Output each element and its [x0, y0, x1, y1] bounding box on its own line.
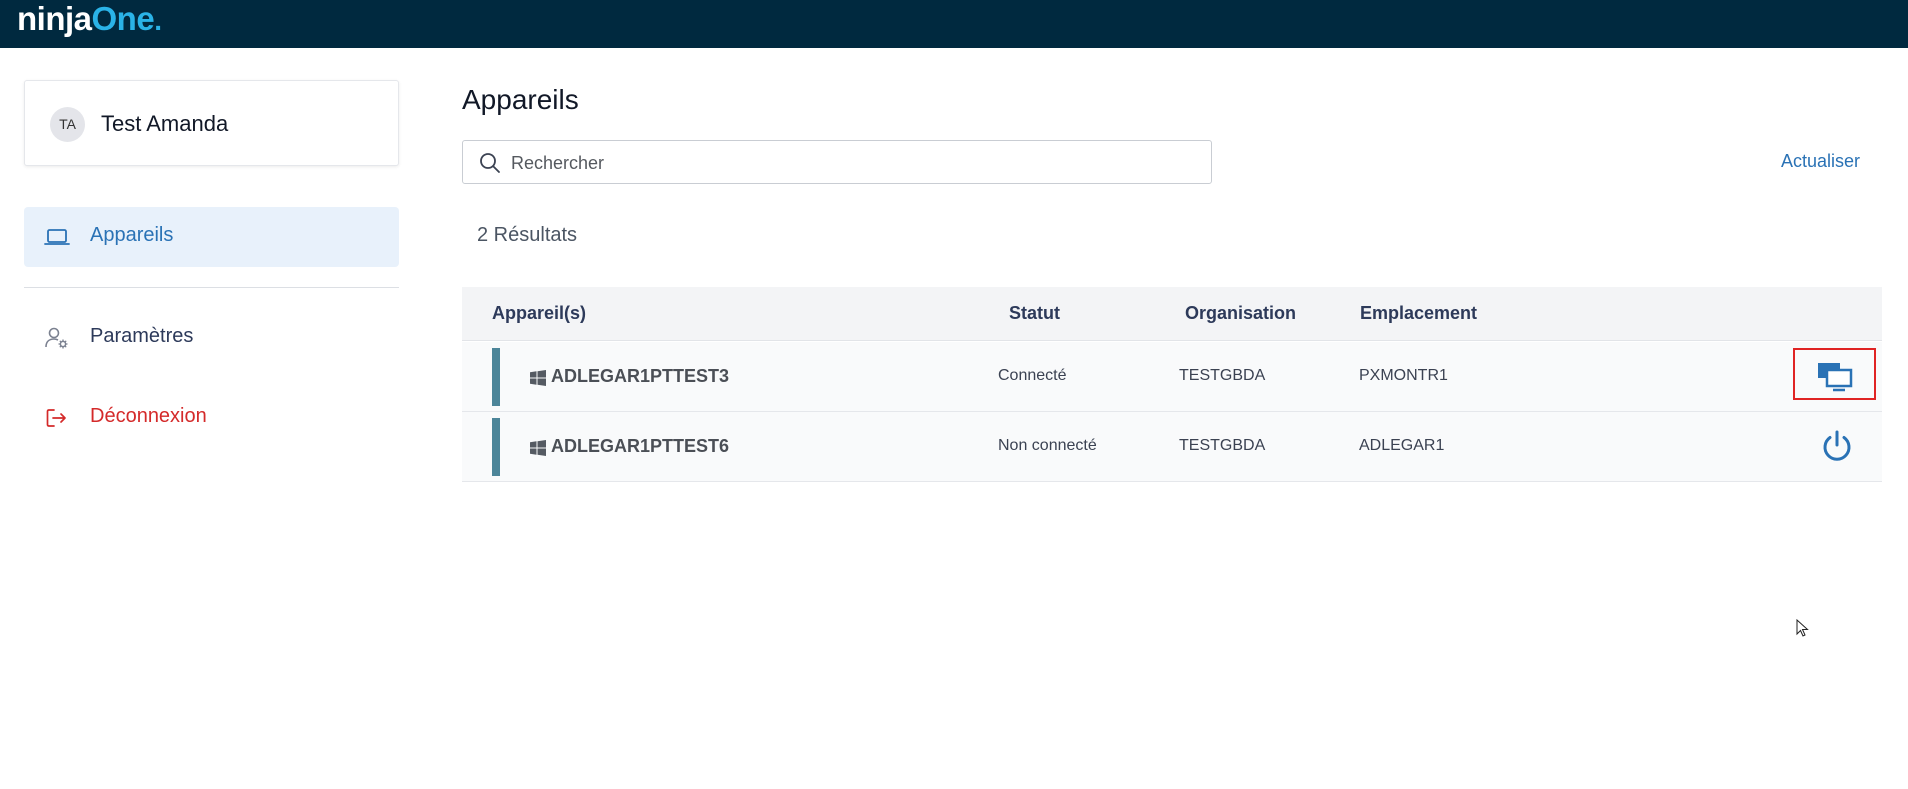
power-icon: [1823, 430, 1851, 461]
user-settings-icon: [45, 327, 68, 349]
device-organization: TESTGBDA: [1179, 367, 1266, 384]
device-location: PXMONTR1: [1359, 367, 1448, 384]
user-name: Test Amanda: [101, 111, 229, 136]
device-location: ADLEGAR1: [1359, 437, 1445, 454]
search-box[interactable]: [462, 140, 1212, 184]
power-button[interactable]: [1819, 428, 1855, 464]
logo-text-accent: One: [91, 0, 155, 37]
page-title: Appareils: [462, 84, 579, 115]
top-bar: ninjaOne.: [0, 0, 1908, 48]
windows-icon: [530, 440, 546, 456]
device-status: Non connecté: [998, 437, 1097, 454]
mouse-cursor-icon: [1796, 619, 1809, 637]
device-name[interactable]: ADLEGAR1PTTEST6: [551, 436, 729, 457]
column-header-location[interactable]: Emplacement: [1360, 303, 1477, 324]
sidebar-item-label: Appareils: [90, 224, 174, 246]
device-name[interactable]: ADLEGAR1PTTEST3: [551, 366, 729, 387]
logo-dot: .: [154, 5, 162, 36]
logout-icon: [46, 409, 66, 427]
refresh-link[interactable]: Actualiser: [1781, 151, 1860, 172]
windows-icon: [530, 370, 546, 386]
column-header-status[interactable]: Statut: [1009, 303, 1060, 324]
user-card: TA Test Amanda: [24, 80, 399, 166]
device-status: Connecté: [998, 367, 1067, 384]
sidebar-item-label: Paramètres: [90, 325, 194, 347]
column-header-device[interactable]: Appareil(s): [492, 303, 586, 324]
laptop-icon: [44, 229, 70, 245]
remote-control-icon: [1818, 363, 1853, 392]
results-count: 2 Résultats: [477, 224, 578, 246]
column-header-organization[interactable]: Organisation: [1185, 303, 1296, 324]
status-indicator: [492, 348, 500, 406]
sidebar-item-label: Déconnexion: [90, 405, 207, 427]
search-input[interactable]: [511, 149, 1191, 177]
search-icon: [480, 153, 500, 173]
ninjaone-logo[interactable]: ninjaOne.: [17, 0, 162, 38]
sidebar-item-deconnexion[interactable]: Déconnexion: [24, 388, 399, 448]
sidebar-item-parametres[interactable]: Paramètres: [24, 308, 399, 368]
sidebar-item-appareils[interactable]: Appareils: [24, 207, 399, 267]
devices-table: Appareil(s) Statut Organisation Emplacem…: [462, 287, 1882, 482]
sidebar-divider: [24, 287, 399, 288]
remote-control-button[interactable]: [1793, 348, 1876, 400]
table-row[interactable]: ADLEGAR1PTTEST3 Connecté TESTGBDA PXMONT…: [462, 342, 1882, 412]
table-header: Appareil(s) Statut Organisation Emplacem…: [462, 287, 1882, 341]
table-row[interactable]: ADLEGAR1PTTEST6 Non connecté TESTGBDA AD…: [462, 412, 1882, 482]
avatar: TA: [50, 107, 85, 142]
status-indicator: [492, 418, 500, 476]
device-organization: TESTGBDA: [1179, 437, 1266, 454]
logo-text-main: ninja: [17, 0, 92, 37]
